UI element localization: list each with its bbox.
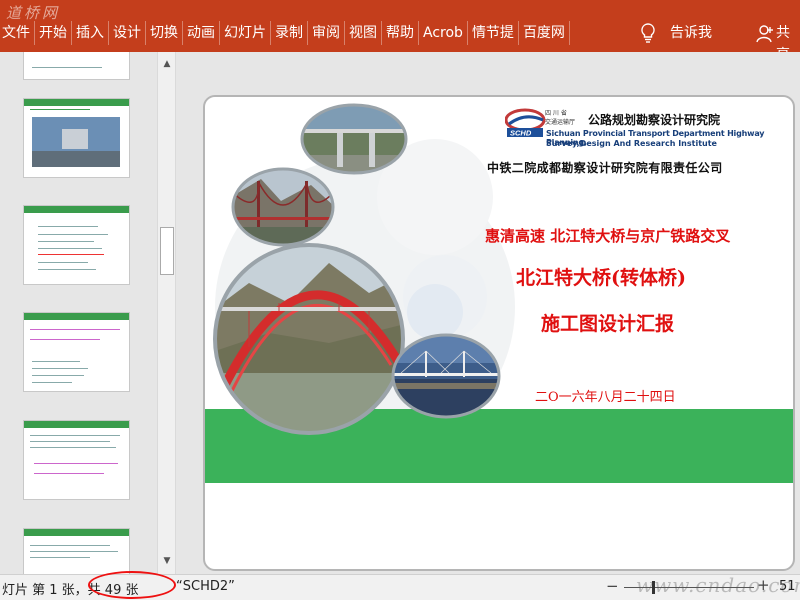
tab-view[interactable]: 视图: [345, 21, 382, 45]
bridge-photo-arch: [213, 243, 405, 435]
institute-english-line2: Survey,Design And Research Institute: [546, 139, 717, 148]
share-button[interactable]: 共享: [776, 22, 800, 52]
tab-baidu[interactable]: 百度网: [519, 21, 570, 45]
tab-help[interactable]: 帮助: [382, 21, 419, 45]
slide-thumbnail[interactable]: [23, 52, 130, 80]
person-icon[interactable]: [756, 24, 774, 44]
logo-text: SCHD: [510, 129, 532, 138]
tab-transitions[interactable]: 切换: [146, 21, 183, 45]
bridge-photo-suspension: [231, 167, 335, 247]
theme-name: “SCHD2”: [176, 579, 235, 594]
institute-department: 交通运输厅: [545, 119, 576, 126]
ribbon: 道桥网 文件 开始 插入 设计 切换 动画 幻灯片 录制 审阅 视图 帮助 Ac…: [0, 0, 800, 52]
slide-thumbnail[interactable]: [23, 528, 130, 574]
scroll-down-arrow-icon[interactable]: ▼: [159, 553, 175, 569]
slide-thumbnail[interactable]: [23, 98, 130, 178]
zoom-slider[interactable]: [624, 587, 754, 588]
slide-date: 二O一六年八月二十四日: [535, 390, 676, 405]
ribbon-tabs: 文件 开始 插入 设计 切换 动画 幻灯片 录制 审阅 视图 帮助 Acrob …: [0, 21, 570, 45]
company-name: 中铁二院成都勘察设计研究院有限责任公司: [487, 161, 723, 175]
watermark-top: 道桥网: [6, 4, 61, 22]
tab-record[interactable]: 录制: [271, 21, 308, 45]
zoom-in-button[interactable]: +: [757, 576, 770, 594]
tab-design[interactable]: 设计: [109, 21, 146, 45]
tab-review[interactable]: 审阅: [308, 21, 345, 45]
institute-province: 四 川 省: [545, 110, 567, 117]
zoom-out-button[interactable]: −: [606, 577, 619, 595]
tab-slideshow[interactable]: 幻灯片: [220, 21, 271, 45]
slide-canvas: SCHD 四 川 省 交通运输厅 公路规划勘察设计研究院 Sichuan Pro…: [176, 52, 800, 574]
tab-insert[interactable]: 插入: [72, 21, 109, 45]
tab-animations[interactable]: 动画: [183, 21, 220, 45]
lightbulb-icon[interactable]: [638, 22, 658, 44]
bridge-photo-top: [300, 103, 408, 175]
watermark-bottom: www.cndao.com: [636, 573, 800, 597]
current-slide[interactable]: SCHD 四 川 省 交通运输厅 公路规划勘察设计研究院 Sichuan Pro…: [203, 95, 795, 571]
zoom-slider-handle[interactable]: [652, 581, 655, 594]
tab-home[interactable]: 开始: [35, 21, 72, 45]
highlight-annotation: [88, 571, 176, 599]
thumbnail-pane: [0, 52, 157, 574]
bridge-photo-night: [391, 333, 501, 419]
tab-storyboard[interactable]: 情节提: [468, 21, 519, 45]
zoom-level[interactable]: 51: [779, 579, 796, 594]
slide-thumbnail[interactable]: [23, 420, 130, 500]
slide-thumbnail[interactable]: [23, 205, 130, 285]
tab-file[interactable]: 文件: [0, 21, 35, 45]
scroll-thumb[interactable]: [160, 227, 174, 275]
slide-subtitle: 惠清高速 北江特大桥与京广铁路交叉: [485, 227, 731, 245]
slide-title: 北江特大桥(转体桥): [516, 267, 686, 289]
tab-acrobat[interactable]: Acrob: [419, 21, 468, 45]
status-bar: 灯片 第 1 张，共 49 张 “SCHD2” www.cndao.com − …: [0, 571, 800, 600]
scroll-up-arrow-icon[interactable]: ▲: [159, 56, 175, 72]
institute-name: 公路规划勘察设计研究院: [588, 113, 721, 127]
thumbnail-scrollbar[interactable]: ▲ ▼: [157, 52, 176, 574]
tell-me-button[interactable]: 告诉我: [670, 22, 712, 44]
slide-title-line2: 施工图设计汇报: [541, 313, 675, 335]
slide-thumbnail[interactable]: [23, 312, 130, 392]
